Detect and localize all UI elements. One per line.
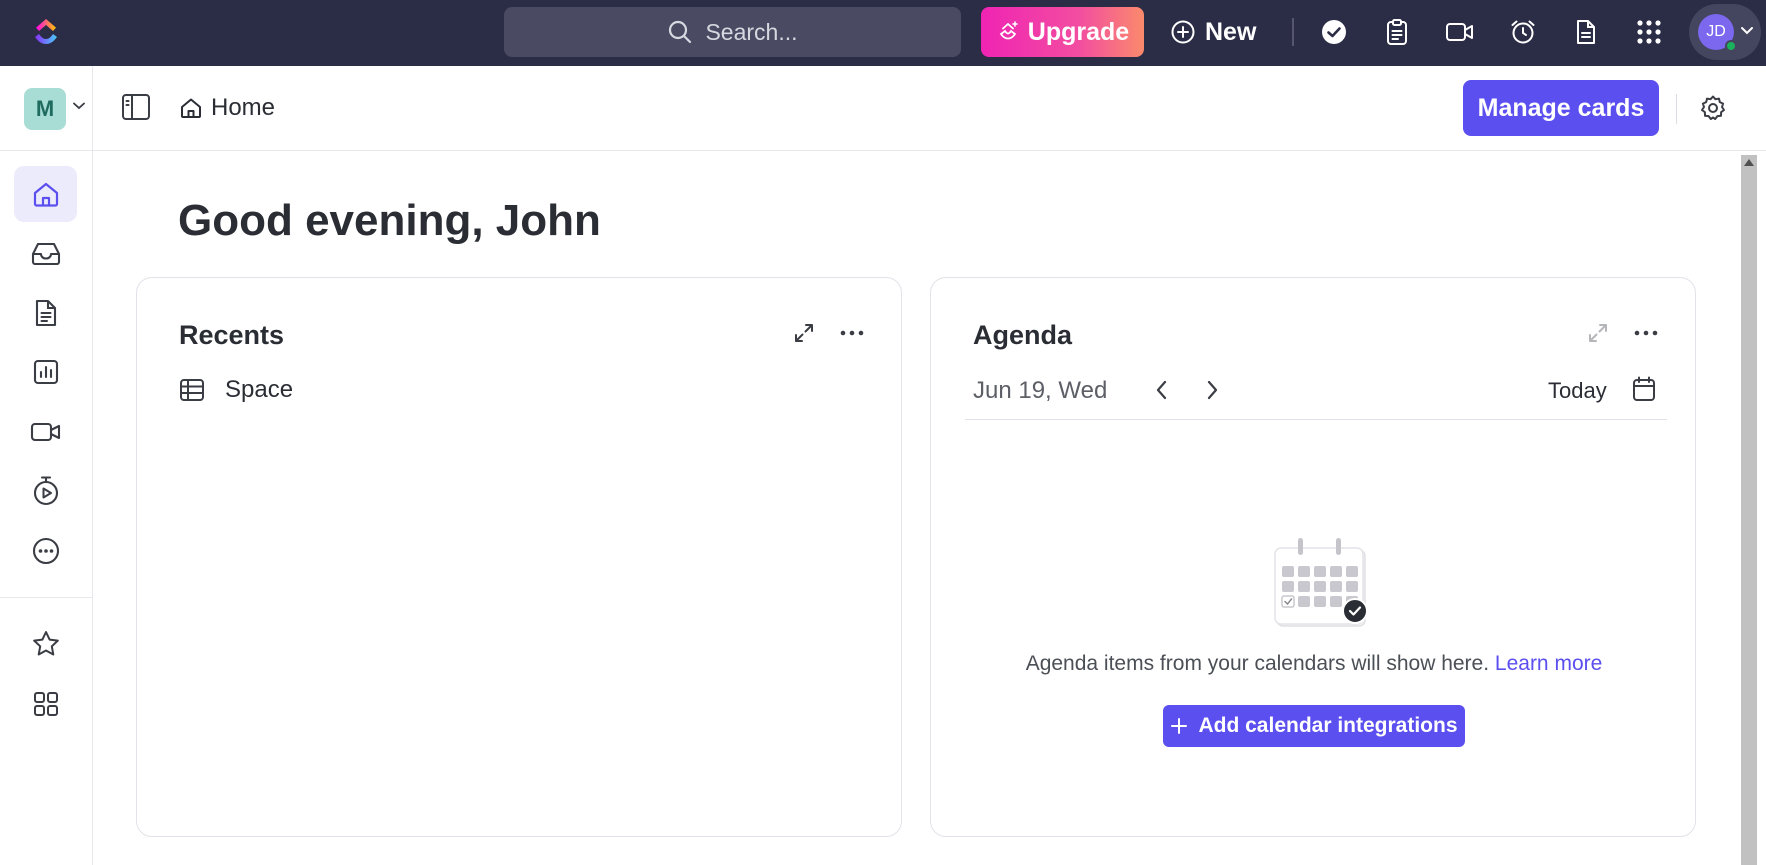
clickup-logo-icon[interactable] xyxy=(28,14,64,50)
search-placeholder: Search... xyxy=(705,18,798,45)
sidebar-item-more[interactable] xyxy=(14,523,77,579)
sidebar-item-clips[interactable] xyxy=(14,404,77,460)
home-icon xyxy=(31,179,61,209)
sidebar-divider xyxy=(0,597,92,598)
scrollbar[interactable] xyxy=(1741,155,1757,865)
inbox-icon xyxy=(30,239,62,267)
sidebar-divider xyxy=(0,150,92,151)
more-options-icon[interactable] xyxy=(1633,329,1659,337)
star-icon xyxy=(31,629,61,659)
plus-circle-icon xyxy=(1170,19,1196,45)
check-circle-icon[interactable] xyxy=(1318,16,1350,48)
video-icon[interactable] xyxy=(1444,16,1476,48)
top-bar: Search... Upgrade New JD xyxy=(0,0,1766,66)
add-calendar-label: Add calendar integrations xyxy=(1198,714,1458,737)
card-actions xyxy=(793,322,865,344)
sidebar-item-timesheets[interactable] xyxy=(14,463,77,519)
scroll-up-arrow-icon[interactable] xyxy=(1741,157,1757,169)
calendar-illustration-icon xyxy=(1265,538,1375,638)
learn-more-link[interactable]: Learn more xyxy=(1495,652,1602,675)
agenda-card: Agenda Jun 19, Wed Today Agenda items fr… xyxy=(930,277,1696,837)
chevron-right-icon[interactable] xyxy=(1203,378,1221,402)
topbar-divider xyxy=(1292,18,1294,46)
expand-icon[interactable] xyxy=(793,322,815,344)
sidebar-item-home[interactable] xyxy=(14,166,77,222)
online-status-dot xyxy=(1725,40,1737,52)
manage-cards-button[interactable]: Manage cards xyxy=(1463,80,1659,136)
card-title: Recents xyxy=(179,320,285,350)
chevron-down-icon xyxy=(1740,26,1754,36)
sidebar-item-docs[interactable] xyxy=(14,285,77,341)
list-item[interactable]: Space xyxy=(179,376,293,404)
upgrade-button[interactable]: Upgrade xyxy=(981,7,1144,57)
agenda-empty-text: Agenda items from your calendars will sh… xyxy=(1025,652,1490,675)
card-actions xyxy=(1587,322,1659,344)
grid-icon xyxy=(32,690,60,718)
more-options-icon[interactable] xyxy=(839,329,865,337)
apps-grid-icon[interactable] xyxy=(1633,16,1665,48)
upgrade-label: Upgrade xyxy=(1027,17,1130,46)
sidebar-item-favorites[interactable] xyxy=(14,616,77,672)
more-icon xyxy=(31,536,61,566)
search-icon xyxy=(667,19,693,45)
breadcrumb-label: Home xyxy=(211,94,276,121)
page-header: Home Manage cards xyxy=(93,66,1766,151)
sidebar-item-dashboards[interactable] xyxy=(14,344,77,400)
sidebar-item-spaces[interactable] xyxy=(14,676,77,732)
timer-play-icon xyxy=(31,475,61,507)
document-icon[interactable] xyxy=(1570,16,1602,48)
card-title: Agenda xyxy=(973,320,1073,350)
sidebar-item-inbox[interactable] xyxy=(14,225,77,281)
video-icon xyxy=(30,419,62,445)
expand-icon[interactable] xyxy=(1587,322,1609,344)
search-bar[interactable]: Search... xyxy=(504,7,961,57)
clipboard-icon[interactable] xyxy=(1381,16,1413,48)
upgrade-sparkle-icon xyxy=(996,20,1020,44)
chevron-down-icon[interactable] xyxy=(73,102,85,110)
new-button[interactable]: New xyxy=(1170,7,1256,57)
table-icon xyxy=(179,378,205,402)
user-menu[interactable]: JD xyxy=(1689,4,1761,60)
docs-icon xyxy=(33,298,59,328)
add-calendar-integrations-button[interactable]: Add calendar integrations xyxy=(1163,705,1465,747)
agenda-empty-message: Agenda items from your calendars will sh… xyxy=(931,652,1697,676)
plus-icon xyxy=(1170,717,1188,735)
list-item-label: Space xyxy=(225,376,294,403)
chevron-left-icon[interactable] xyxy=(1153,378,1171,402)
agenda-date-nav xyxy=(1153,378,1221,402)
divider xyxy=(965,419,1667,420)
dashboards-icon xyxy=(32,358,60,386)
new-label: New xyxy=(1205,17,1257,46)
page-title: Good evening, John xyxy=(178,196,601,245)
alarm-clock-icon[interactable] xyxy=(1507,16,1539,48)
header-divider xyxy=(1676,94,1677,124)
calendar-icon[interactable] xyxy=(1632,376,1656,402)
sidebar-toggle-icon[interactable] xyxy=(121,93,151,121)
agenda-date: Jun 19, Wed xyxy=(973,377,1108,404)
left-sidebar: M xyxy=(0,66,93,865)
breadcrumb[interactable]: Home xyxy=(179,94,275,122)
gear-icon[interactable] xyxy=(1699,94,1727,122)
today-button[interactable]: Today xyxy=(1548,378,1607,404)
workspace-avatar[interactable]: M xyxy=(24,88,66,130)
recents-card: Recents Space xyxy=(136,277,902,837)
home-icon xyxy=(179,96,203,120)
